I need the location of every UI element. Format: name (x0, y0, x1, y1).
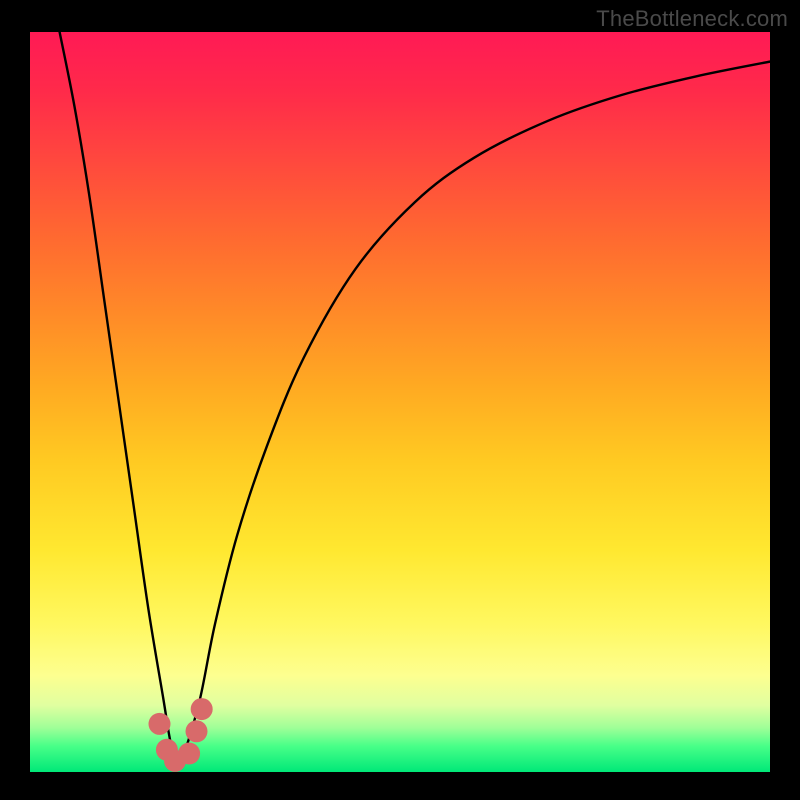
watermark-text: TheBottleneck.com (596, 6, 788, 32)
chart-background (30, 32, 770, 772)
